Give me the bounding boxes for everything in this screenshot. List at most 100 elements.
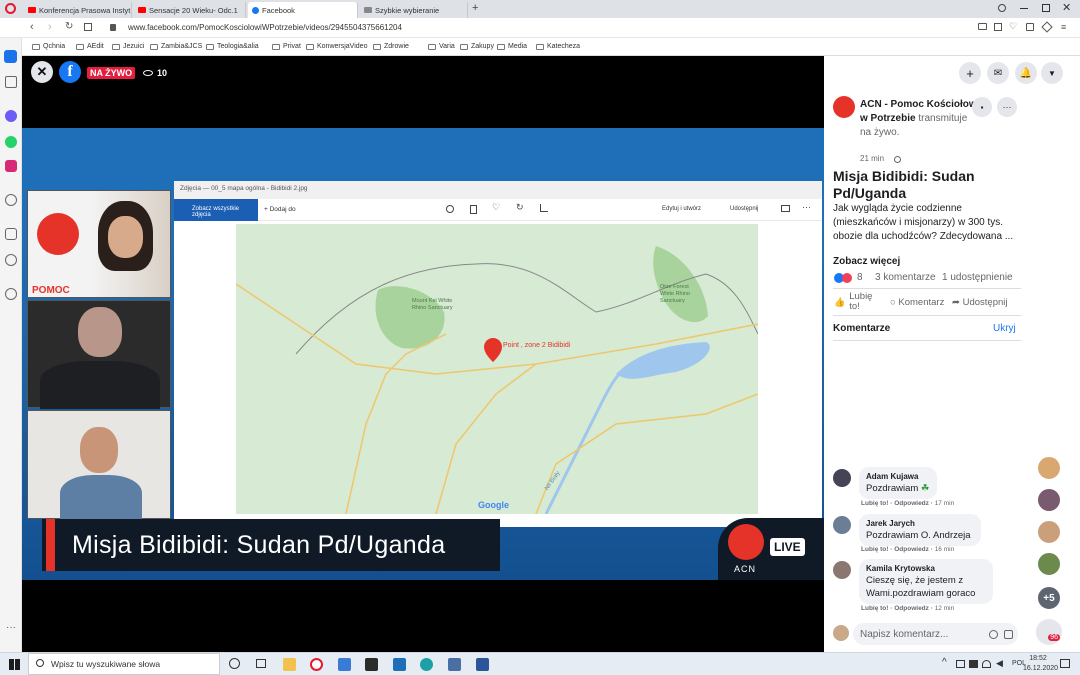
comments-count[interactable]: 3 komentarze xyxy=(875,272,936,283)
camera-icon[interactable] xyxy=(978,23,987,30)
hide-comments-link[interactable]: Ukryj xyxy=(993,323,1016,334)
file-explorer-icon[interactable] xyxy=(283,658,296,671)
like-button[interactable]: 👍 Lubię to! xyxy=(834,292,877,312)
tab-speed-dial[interactable]: Szybkie wybieranie xyxy=(360,2,468,18)
contact-avatar[interactable] xyxy=(1036,519,1062,545)
share-icon[interactable] xyxy=(994,23,1002,31)
contacts-count-badge[interactable]: 96 xyxy=(1036,619,1062,645)
cortana-icon[interactable] xyxy=(229,658,240,669)
back-icon[interactable]: ‹ xyxy=(30,21,34,33)
whatsapp-icon[interactable] xyxy=(5,136,17,148)
comment-reply-link[interactable]: Odpowiedz xyxy=(894,605,929,612)
tabs-grid-icon[interactable] xyxy=(84,23,92,31)
bookmark-8[interactable]: Varia xyxy=(428,43,455,50)
extension-icon[interactable] xyxy=(1041,21,1053,33)
reaction-count[interactable]: 8 xyxy=(857,272,863,283)
bookmark-7[interactable]: Zdrowie xyxy=(373,43,409,50)
heart-icon[interactable]: ♡ xyxy=(1009,21,1017,32)
task-view-icon[interactable] xyxy=(256,659,266,668)
close-video-button[interactable]: ✕ xyxy=(31,61,53,83)
add-to-button[interactable]: + Dodaj do xyxy=(264,206,296,213)
tray-icon[interactable] xyxy=(956,660,965,668)
bulb-icon[interactable] xyxy=(5,288,17,300)
bookmark-6[interactable]: KonwersjaVideo xyxy=(306,43,367,50)
notifications-button[interactable]: 🔔 xyxy=(1015,62,1037,84)
taskbar-search[interactable]: Wpisz tu wyszukiwane słowa xyxy=(28,653,220,675)
rotate-icon[interactable]: ↻ xyxy=(516,202,524,213)
history-icon[interactable] xyxy=(5,254,17,266)
maximize-button[interactable] xyxy=(1042,4,1050,12)
bookmark-5[interactable]: Privat xyxy=(272,43,301,50)
url-field[interactable]: www.facebook.com/PomocKosciolowiWPotrzeb… xyxy=(128,23,402,32)
avatar[interactable] xyxy=(833,516,851,534)
edge-icon[interactable] xyxy=(420,658,433,671)
notification-center-icon[interactable] xyxy=(1060,659,1070,668)
comment-like-link[interactable]: Lubię to! xyxy=(861,605,888,612)
more-icon[interactable]: ··· xyxy=(6,622,16,633)
account-menu-button[interactable]: ▼ xyxy=(1041,62,1063,84)
tray-chevron-icon[interactable]: ^ xyxy=(942,657,947,668)
bookmark-0[interactable]: Qchnia xyxy=(32,43,65,50)
word-icon[interactable] xyxy=(476,658,489,671)
app-store-icon[interactable] xyxy=(448,658,461,671)
menu-icon[interactable]: ≡ xyxy=(1061,22,1066,32)
instagram-icon[interactable] xyxy=(5,160,17,172)
contacts-more[interactable]: +5 xyxy=(1036,585,1062,611)
shares-count[interactable]: 1 udostępnienie xyxy=(942,272,1013,283)
tray-icon[interactable] xyxy=(969,660,978,668)
avatar[interactable] xyxy=(833,469,851,487)
see-more-link[interactable]: Zobacz więcej xyxy=(833,256,900,267)
bookmark-1[interactable]: AEdit xyxy=(76,43,104,50)
comment-like-link[interactable]: Lubię to! xyxy=(861,500,888,507)
save-button[interactable]: ▪ xyxy=(972,97,992,117)
forward-icon[interactable]: › xyxy=(48,21,52,33)
messenger-icon[interactable] xyxy=(5,110,17,122)
bookmark-11[interactable]: Katecheza xyxy=(536,43,580,50)
comment-like-link[interactable]: Lubię to! xyxy=(861,546,888,553)
create-button[interactable]: + xyxy=(959,62,981,84)
comment-author[interactable]: Kamila Krytowska xyxy=(866,563,986,574)
opera-logo-icon[interactable] xyxy=(5,3,16,14)
wallet-icon[interactable] xyxy=(1026,23,1034,31)
share-post-button[interactable]: ➦ Udostępnij xyxy=(952,297,1008,308)
post-time[interactable]: 21 min xyxy=(860,154,884,163)
heart-icon[interactable] xyxy=(5,228,17,240)
contact-avatar[interactable] xyxy=(1036,487,1062,513)
app-fx-icon[interactable] xyxy=(365,658,378,671)
print-icon[interactable] xyxy=(781,205,790,212)
bookmark-9[interactable]: Zakupy xyxy=(460,43,494,50)
emoji-icon[interactable] xyxy=(989,630,998,639)
comment-reply-link[interactable]: Odpowiedz xyxy=(894,546,929,553)
comment-reply-link[interactable]: Odpowiedz xyxy=(894,500,929,507)
sticker-icon[interactable] xyxy=(1004,630,1013,639)
more-options-button[interactable]: ··· xyxy=(997,97,1017,117)
star-icon[interactable] xyxy=(5,76,17,88)
bookmark-10[interactable]: Media xyxy=(497,43,527,50)
search-tabs-icon[interactable] xyxy=(998,4,1006,12)
volume-icon[interactable]: ◀ xyxy=(996,658,1003,669)
windows-start-icon[interactable] xyxy=(9,659,20,670)
close-window-button[interactable]: ✕ xyxy=(1062,1,1071,14)
comment-author[interactable]: Adam Kujawa xyxy=(866,471,930,482)
bookmark-4[interactable]: Teologia&alia xyxy=(206,43,259,50)
acn-avatar[interactable] xyxy=(833,96,855,118)
delete-icon[interactable] xyxy=(470,205,477,214)
edit-button[interactable]: Edytuj i utwórz xyxy=(662,206,701,212)
facebook-logo-icon[interactable]: f xyxy=(59,61,81,83)
more-icon[interactable]: ··· xyxy=(802,202,811,212)
share-button[interactable]: Udostępnij xyxy=(730,206,758,212)
messenger-button[interactable]: ✉ xyxy=(987,62,1009,84)
contact-avatar[interactable] xyxy=(1036,551,1062,577)
tab-facebook[interactable]: Facebook xyxy=(248,2,358,18)
favorite-icon[interactable]: ♡ xyxy=(492,202,500,213)
reload-icon[interactable]: ↻ xyxy=(65,21,73,32)
clock[interactable]: 18:52 16.12.2020 xyxy=(1023,654,1058,674)
comment-button[interactable]: ○ Komentarz xyxy=(890,297,944,308)
my-avatar[interactable] xyxy=(833,625,849,641)
all-photos-button[interactable]: Zobacz wszystkie zdjęcia xyxy=(174,199,258,221)
comment-author[interactable]: Jarek Jarych xyxy=(866,518,974,529)
tab-2[interactable]: Sensacje 20 Wieku- Odc.1 xyxy=(134,2,246,18)
home-icon[interactable] xyxy=(4,50,17,63)
tab-1[interactable]: Konferencja Prasowa Instyt xyxy=(24,2,132,18)
zoom-icon[interactable] xyxy=(446,205,454,213)
